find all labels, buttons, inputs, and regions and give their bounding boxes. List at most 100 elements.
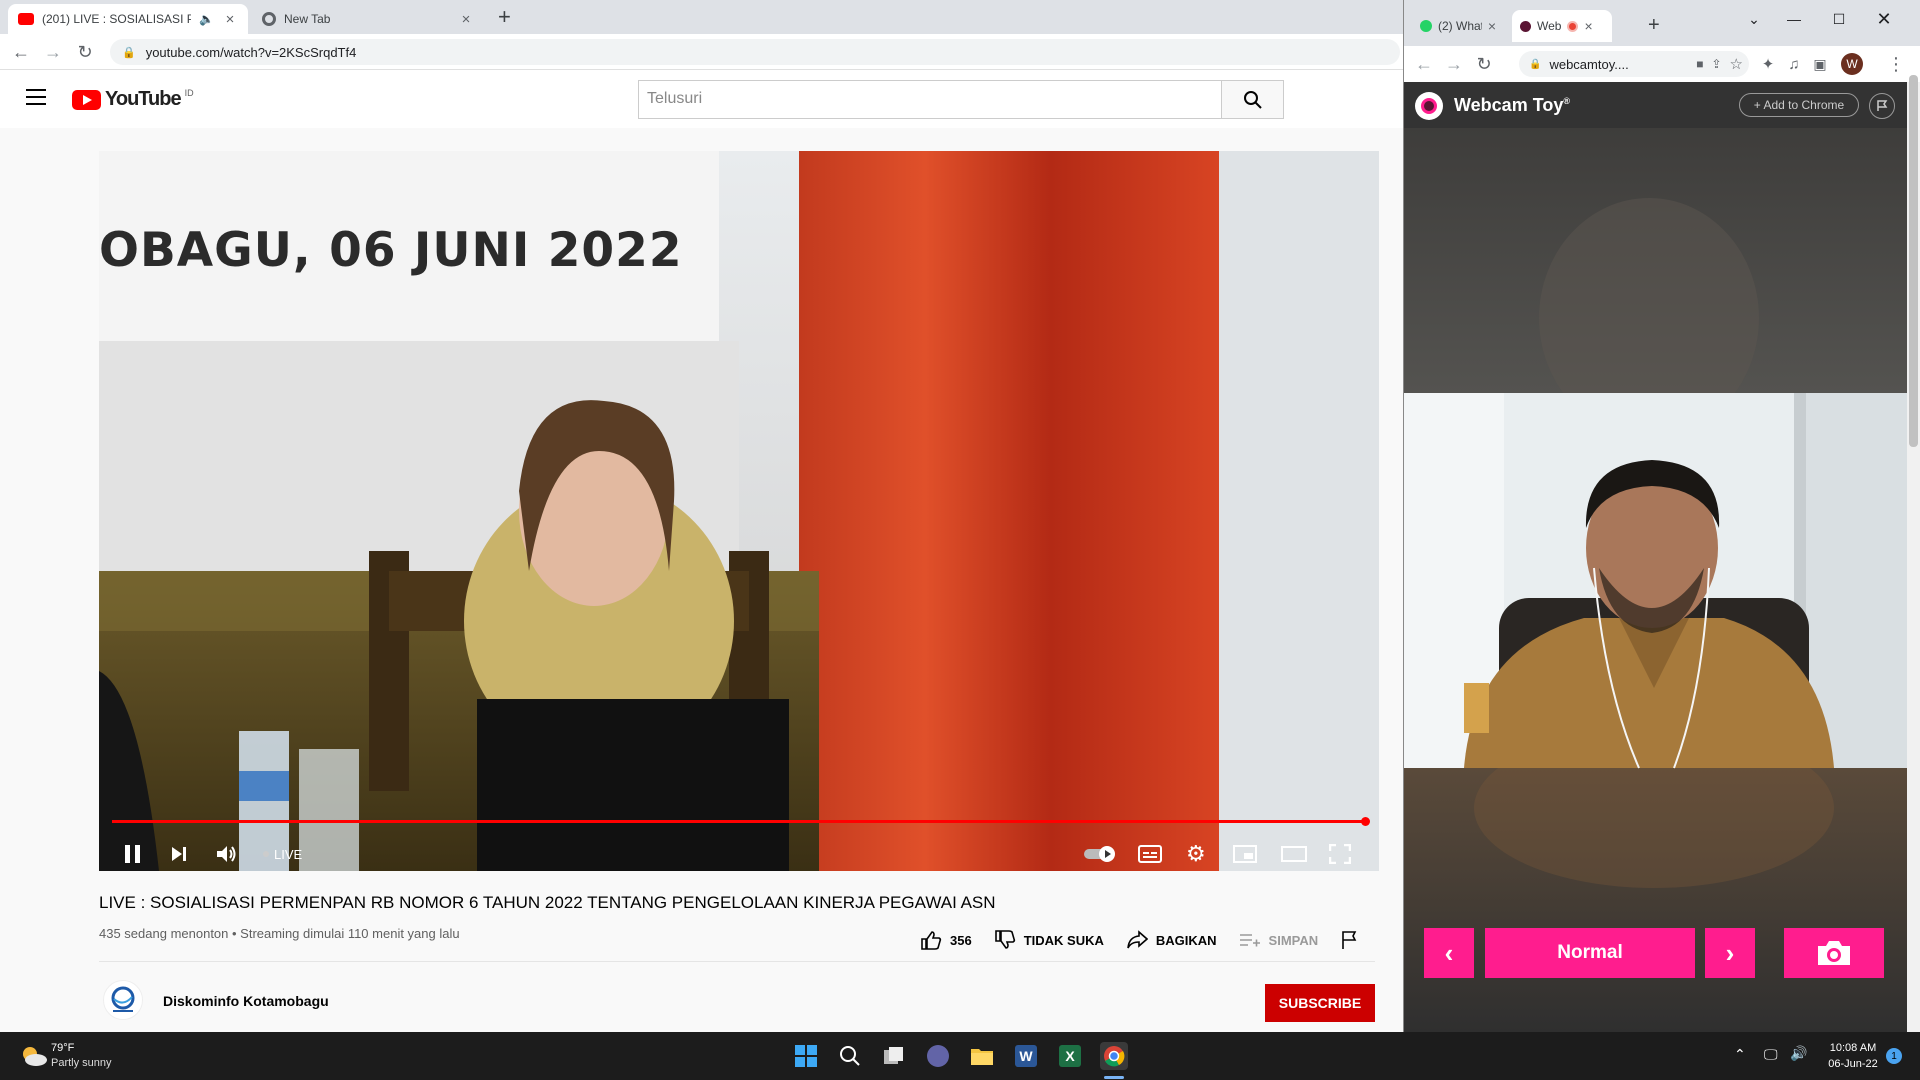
share-label: BAGIKAN (1155, 932, 1217, 948)
tab-new-tab[interactable]: New Tab × (252, 4, 484, 34)
file-explorer-icon[interactable] (968, 1042, 996, 1070)
search-icon[interactable] (836, 1042, 864, 1070)
search-input[interactable]: Telusuri (638, 80, 1222, 119)
search-button[interactable] (1221, 80, 1284, 119)
share-page-icon[interactable]: ⇪ (1711, 57, 1721, 71)
tab-title: (201) LIVE : SOSIALISASI PER (42, 12, 192, 26)
recording-indicator-icon (1567, 20, 1579, 32)
chevron-up-icon[interactable]: ⌃ (1734, 1046, 1746, 1063)
tab-whatsapp[interactable]: (2) What × (1412, 10, 1504, 42)
chrome-icon[interactable] (1100, 1042, 1128, 1070)
video-banner-text: OBAGU, 06 JUNI 2022 (99, 223, 683, 278)
bookmark-star-icon[interactable]: ☆ (1730, 55, 1749, 73)
word-icon[interactable]: W (1012, 1042, 1040, 1070)
extensions-puzzle-icon[interactable]: ✦ (1756, 52, 1780, 76)
notification-badge[interactable]: 1 (1886, 1048, 1902, 1064)
volume-icon[interactable]: 🔊 (1790, 1045, 1807, 1062)
task-view-icon[interactable] (880, 1042, 908, 1070)
webcamtoy-favicon-icon (1520, 20, 1531, 32)
next-button[interactable] (169, 836, 189, 871)
settings-button[interactable]: ⚙ (1186, 836, 1206, 871)
webcam-feed (1404, 128, 1907, 1032)
share-button[interactable]: BAGIKAN (1126, 930, 1217, 950)
back-arrow-icon[interactable]: ← (9, 40, 33, 64)
reload-icon[interactable]: ↻ (73, 40, 97, 64)
scrollbar-thumb[interactable] (1909, 75, 1918, 447)
teams-chat-icon[interactable] (924, 1042, 952, 1070)
divider (99, 961, 1375, 962)
channel-logo-icon (111, 986, 135, 1012)
video-progress-bar[interactable] (112, 820, 1366, 823)
thumbs-down-icon (994, 930, 1015, 949)
report-button[interactable] (1340, 930, 1358, 950)
forward-arrow-icon[interactable]: → (41, 40, 65, 64)
close-tab-icon[interactable]: × (222, 11, 238, 28)
volume-button[interactable] (215, 836, 239, 871)
close-tab-icon[interactable]: × (1488, 18, 1496, 34)
clock-date: 06-Jun-22 (1828, 1058, 1878, 1070)
effect-name-button[interactable]: Normal (1485, 928, 1695, 978)
webcamtoy-header: Webcam Toy® + Add to Chrome (1404, 82, 1907, 128)
reload-icon[interactable]: ↻ (1472, 52, 1496, 76)
camera-icon (1818, 941, 1850, 965)
report-flag-button[interactable] (1869, 93, 1895, 119)
close-window-icon[interactable]: ✕ (1864, 6, 1904, 32)
close-tab-icon[interactable]: × (458, 11, 474, 28)
dislike-button[interactable]: TIDAK SUKA (994, 930, 1104, 950)
camera-in-use-icon[interactable]: ■ (1696, 57, 1703, 71)
miniplayer-button[interactable] (1233, 836, 1257, 871)
youtube-play-logo-icon (72, 89, 101, 110)
new-tab-plus-icon[interactable]: + (1648, 14, 1660, 37)
excel-icon[interactable]: X (1056, 1042, 1084, 1070)
add-to-chrome-button[interactable]: + Add to Chrome (1739, 93, 1859, 117)
hamburger-menu-icon[interactable] (26, 89, 46, 105)
live-indicator[interactable]: LIVE (263, 836, 302, 871)
captions-button[interactable] (1138, 836, 1162, 871)
youtube-favicon-icon (18, 13, 34, 25)
video-player[interactable]: OBAGU, 06 JUNI 2022 LIVE ⚙ (99, 151, 1379, 871)
progress-scrubber[interactable] (1361, 817, 1370, 826)
tab-webcamtoy[interactable]: Web × (1512, 10, 1612, 42)
like-button[interactable]: 356 (920, 930, 972, 950)
webcamtoy-title[interactable]: Webcam Toy® (1454, 95, 1570, 116)
forward-arrow-icon[interactable]: → (1442, 52, 1466, 76)
network-icon[interactable]: 🖵 (1764, 1046, 1778, 1063)
back-arrow-icon[interactable]: ← (1412, 52, 1436, 76)
clock[interactable]: 10:08 AM 06-Jun-22 (1818, 1042, 1888, 1070)
webcamtoy-logo-icon[interactable] (1415, 92, 1443, 120)
close-tab-icon[interactable]: × (1584, 18, 1592, 34)
channel-name[interactable]: Diskominfo Kotamobagu (163, 993, 329, 1009)
youtube-logo[interactable]: YouTube ID (72, 88, 194, 111)
autoplay-toggle-icon (1084, 846, 1115, 862)
address-bar[interactable]: 🔒 youtube.com/watch?v=2KScSrqdTf4 (110, 39, 1400, 65)
maximize-icon[interactable]: ☐ (1819, 6, 1859, 32)
tab-youtube-live[interactable]: (201) LIVE : SOSIALISASI PER 🔈 × (8, 4, 248, 34)
theater-mode-button[interactable] (1281, 836, 1307, 871)
tab-strip: (201) LIVE : SOSIALISASI PER 🔈 × New Tab… (0, 0, 1403, 34)
start-windows-icon[interactable] (792, 1042, 820, 1070)
autoplay-toggle[interactable] (1083, 836, 1117, 871)
take-photo-button[interactable] (1784, 928, 1884, 978)
address-bar[interactable]: 🔒 webcamtoy.... ■ ⇪ ☆ (1519, 51, 1749, 77)
fullscreen-button[interactable] (1329, 836, 1351, 871)
minimize-icon[interactable]: — (1774, 6, 1814, 32)
previous-effect-button[interactable]: ‹ (1424, 928, 1474, 978)
weather-temp: 79°F (51, 1042, 75, 1054)
side-panel-icon[interactable]: ▣ (1808, 52, 1832, 76)
fullscreen-icon (1329, 844, 1351, 864)
next-effect-button[interactable]: › (1705, 928, 1755, 978)
gear-icon: ⚙ (1186, 841, 1206, 866)
profile-avatar[interactable]: W (1841, 53, 1863, 75)
subscribe-button[interactable]: SUBSCRIBE (1265, 984, 1375, 1022)
pause-button[interactable] (123, 836, 143, 871)
new-tab-plus-icon[interactable]: + (498, 4, 511, 30)
channel-avatar[interactable] (103, 980, 143, 1020)
save-button[interactable]: SIMPAN (1239, 932, 1318, 948)
tab-strip: (2) What × Web × + ⌄ — ☐ ✕ (1404, 0, 1920, 46)
theater-mode-icon (1281, 846, 1307, 862)
media-controls-icon[interactable]: ♫ (1782, 52, 1806, 76)
webcamtoy-title-text: Webcam Toy (1454, 95, 1564, 115)
tab-search-icon[interactable]: ⌄ (1734, 6, 1774, 32)
speaker-mute-icon[interactable]: 🔈 (199, 12, 214, 26)
more-menu-icon[interactable]: ⋮ (1884, 52, 1908, 76)
